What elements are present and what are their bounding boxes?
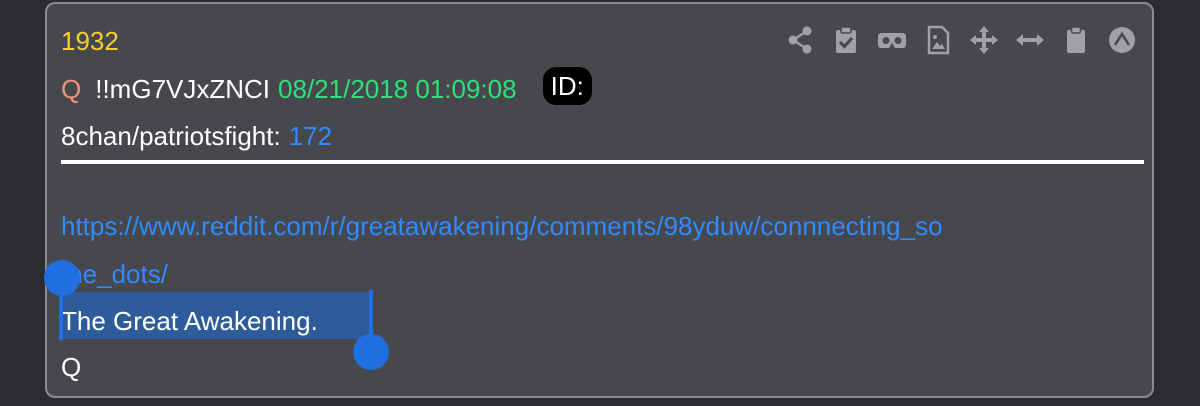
post-header: Q !!mG7VJxZNCI 08/21/2018 01:09:08 ID: [61, 67, 592, 108]
up-arrow-icon[interactable] [1104, 22, 1140, 58]
post-timestamp: 08/21/2018 01:09:08 [278, 74, 517, 104]
poster-name: Q [61, 74, 82, 104]
selection-start-handle[interactable] [44, 260, 80, 296]
clipboard-icon[interactable] [1058, 22, 1094, 58]
post-body-text[interactable]: The Great Awakening. [61, 306, 318, 336]
image-file-icon[interactable] [920, 22, 956, 58]
post-number[interactable]: 1932 [61, 26, 119, 56]
post-signature: Q [61, 352, 82, 382]
board-line: 8chan/patriotsfight: 172 [61, 121, 332, 151]
post-card: 1932 Q !!mG7VJxZNCI 08/21/2018 01:09:08 ID: [44, 2, 1154, 398]
clipboard-check-icon[interactable] [828, 22, 864, 58]
share-icon[interactable] [782, 22, 818, 58]
vr-headset-icon[interactable] [874, 22, 910, 58]
divider [61, 160, 1144, 164]
board-name: 8chan/patriotsfight: [61, 121, 281, 151]
post-link-line1[interactable]: https://www.reddit.com/r/greatawakening/… [61, 211, 943, 241]
board-post-count[interactable]: 172 [289, 121, 332, 151]
id-badge: ID: [542, 67, 592, 105]
post-toolbar [772, 22, 1140, 58]
selected-text[interactable]: The Great Awakening. [61, 306, 318, 336]
selection-end-handle[interactable] [353, 334, 389, 370]
move-icon[interactable] [966, 22, 1002, 58]
tripcode: !!mG7VJxZNCI [95, 74, 271, 104]
expand-horizontal-icon[interactable] [1012, 22, 1048, 58]
